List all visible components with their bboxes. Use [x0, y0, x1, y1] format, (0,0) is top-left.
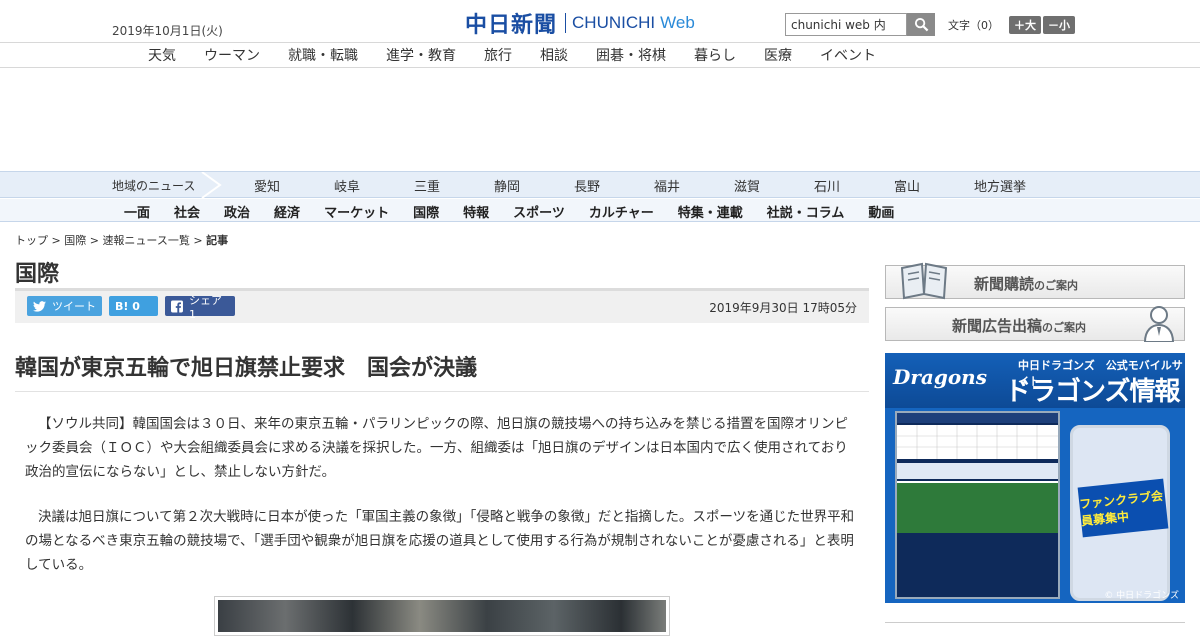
article-paragraph: 決議は旭日旗について第２次大戦時に日本が使った「軍国主義の象徴」「侵略と戦争の象… [25, 509, 855, 573]
category-item[interactable]: カルチャー [577, 202, 666, 221]
fanclub-badge: ファンクラブ会員募集中 [1077, 478, 1169, 538]
breadcrumb-separator: > [189, 234, 207, 247]
topnav-item[interactable]: イベント [806, 45, 890, 65]
breadcrumb-current: 記事 [206, 234, 229, 247]
topnav-item[interactable]: 相談 [526, 45, 582, 65]
book-icon [900, 262, 948, 300]
topnav-item[interactable]: 医療 [750, 45, 806, 65]
logo-kanji: 中日新聞 [465, 13, 558, 38]
region-item[interactable]: 長野 [574, 176, 654, 195]
facebook-icon [171, 300, 183, 312]
font-larger-button[interactable]: ＋大 [1009, 16, 1041, 34]
hatena-label: B! 0 [115, 299, 140, 313]
breadcrumb: トップ > 国際 > 速報ニュース一覧 > 記事 [15, 232, 228, 248]
category-item[interactable]: 特報 [451, 202, 501, 221]
search-icon [914, 17, 928, 32]
breadcrumb-intl[interactable]: 国際 [64, 234, 86, 247]
topnav-item[interactable]: 就職・転職 [274, 45, 372, 65]
site-header: 2019年10月1日(火) 中日新聞 CHUNICHI Web 文字（0） ＋大… [0, 0, 1200, 43]
region-item[interactable]: 地方選挙 [974, 176, 1054, 195]
dragons-logo: Dragons [893, 365, 987, 389]
tweet-label: ツイート [52, 300, 96, 313]
section-title: 国際 [15, 262, 60, 287]
publish-date: 2019年9月30日 17時05分 [709, 301, 857, 315]
dragons-title: ドラゴンズ情報 [1005, 377, 1180, 407]
category-item[interactable]: 社会 [162, 202, 212, 221]
logo-web: Web [660, 13, 695, 32]
topnav-item[interactable]: 旅行 [470, 45, 526, 65]
facebook-label: シェア 1 [188, 293, 222, 321]
search-input[interactable] [785, 13, 907, 36]
hatena-bookmark-button[interactable]: B! 0 [109, 296, 158, 316]
baseball-field-graphic [897, 483, 1058, 533]
breadcrumb-top[interactable]: トップ [15, 234, 48, 247]
tweet-button[interactable]: ツイート [27, 296, 102, 316]
region-item[interactable]: 岐阜 [334, 176, 414, 195]
region-item[interactable]: 愛知 [254, 176, 334, 195]
sidebar-divider [885, 622, 1185, 623]
subscription-main: 新聞購読 [974, 275, 1035, 293]
topnav-item[interactable]: 暮らし [680, 45, 750, 65]
region-item[interactable]: 富山 [894, 176, 974, 195]
category-item[interactable]: 一面 [112, 202, 162, 221]
regional-news-bar: 地域のニュース 愛知 岐阜 三重 静岡 長野 福井 滋賀 石川 富山 地方選挙 [0, 171, 1200, 198]
breadcrumb-list[interactable]: 速報ニュース一覧 [102, 234, 189, 247]
category-item[interactable]: 動画 [856, 202, 906, 221]
chevron-right-icon [201, 172, 222, 198]
site-logo[interactable]: 中日新聞 CHUNICHI Web [465, 9, 695, 38]
category-item[interactable]: 政治 [212, 202, 262, 221]
subscription-sub: のご案内 [1034, 279, 1079, 292]
topnav-item[interactable]: 進学・教育 [372, 45, 470, 65]
logo-en: CHUNICHI [572, 13, 656, 32]
headline-divider [15, 391, 869, 392]
article-photo[interactable] [214, 596, 670, 636]
category-navigation: 一面 社会 政治 経済 マーケット 国際 特報 スポーツ カルチャー 特集・連載… [0, 199, 1200, 222]
font-size-label: 文字（0） [948, 19, 999, 32]
category-item[interactable]: マーケット [312, 202, 401, 221]
photo-image [218, 600, 666, 632]
facebook-share-button[interactable]: シェア 1 [165, 294, 235, 321]
article-paragraph: 【ソウル共同】韓国国会は３０日、来年の東京五輪・パラリンピックの際、旭日旗の競技… [25, 416, 848, 480]
category-item[interactable]: 経済 [262, 202, 312, 221]
topnav-item[interactable]: 囲碁・将棋 [582, 45, 680, 65]
font-size-control: 文字（0） ＋大 －小 [948, 16, 1075, 34]
category-item[interactable]: 国際 [401, 202, 451, 221]
category-item[interactable]: スポーツ [501, 202, 577, 221]
logo-divider [565, 13, 567, 33]
advertising-sub: のご案内 [1042, 321, 1087, 334]
person-icon [1143, 306, 1175, 342]
regional-news-label: 地域のニュース [112, 179, 196, 193]
article-headline: 韓国が東京五輪で旭日旗禁止要求 国会が決議 [15, 356, 478, 381]
current-date: 2019年10月1日(火) [112, 24, 223, 38]
breadcrumb-separator: > [48, 234, 65, 247]
breadcrumb-separator: > [86, 234, 103, 247]
region-item[interactable]: 福井 [654, 176, 734, 195]
site-search [785, 13, 935, 36]
search-button[interactable] [907, 13, 935, 36]
top-navigation: 天気 ウーマン 就職・転職 進学・教育 旅行 相談 囲碁・将棋 暮らし 医療 イ… [0, 43, 1200, 68]
region-item[interactable]: 三重 [414, 176, 494, 195]
region-item[interactable]: 静岡 [494, 176, 574, 195]
region-item[interactable]: 石川 [814, 176, 894, 195]
dragons-mobile-banner[interactable]: Dragons 中日ドラゴンズ 公式モバイルサイト ドラゴンズ情報 ファンクラブ… [885, 353, 1185, 603]
share-bar: ツイート B! 0 シェア 1 2019年9月30日 17時05分 [15, 288, 869, 323]
subscription-banner[interactable]: 新聞購読のご案内 [885, 262, 1185, 300]
category-item[interactable]: 特集・連載 [666, 202, 755, 221]
region-item[interactable]: 滋賀 [734, 176, 814, 195]
topnav-item[interactable]: ウーマン [190, 45, 274, 65]
dragons-copyright: © 中日ドラゴンズ [1104, 591, 1179, 601]
font-smaller-button[interactable]: －小 [1043, 16, 1075, 34]
topnav-item[interactable]: 天気 [134, 45, 190, 65]
advertising-main: 新聞広告出稿 [952, 317, 1043, 335]
twitter-icon [33, 300, 46, 312]
category-item[interactable]: 社説・コラム [755, 202, 857, 221]
advertising-banner[interactable]: 新聞広告出稿のご案内 [885, 306, 1185, 342]
